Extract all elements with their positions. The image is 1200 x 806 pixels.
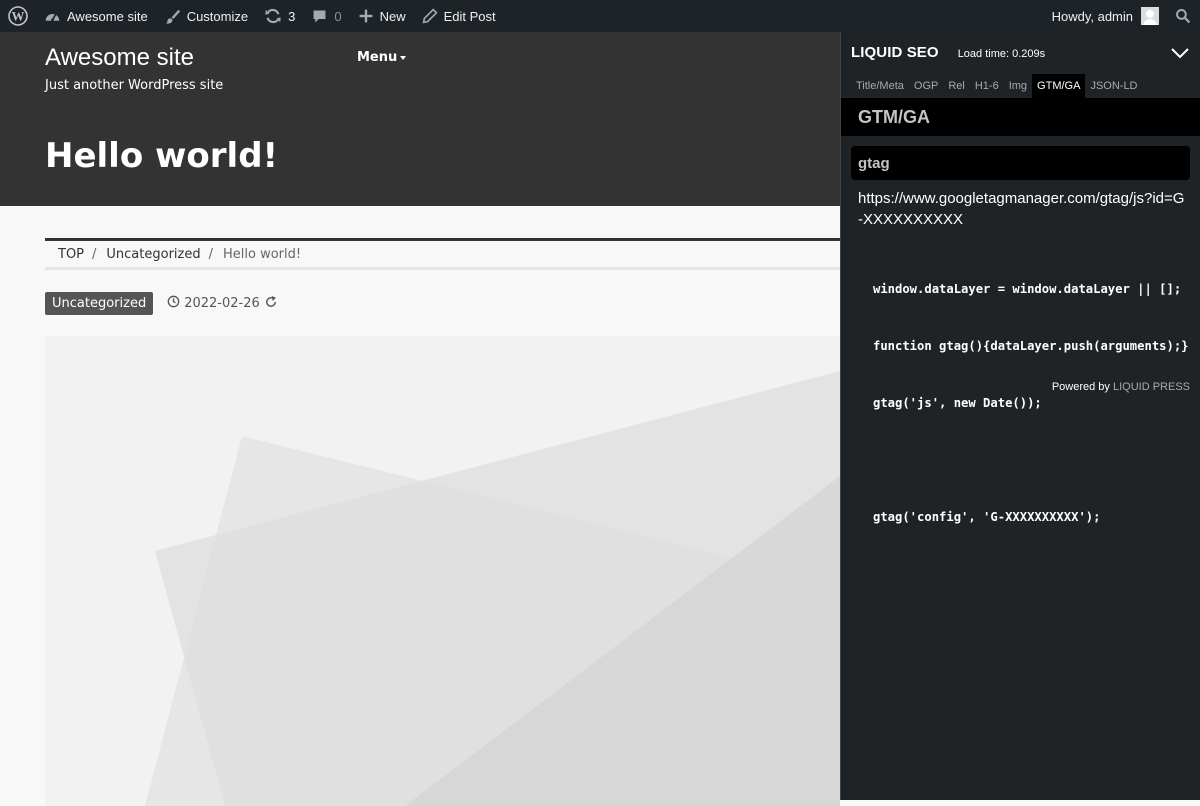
site-title[interactable]: Awesome site [45,44,194,72]
updates-link[interactable]: 3 [256,0,303,32]
load-time: Load time: 0.209s [957,48,1046,60]
seo-panel: LIQUID SEO Load time: 0.209s Title/Meta … [840,32,1200,800]
gtag-script-url: https://www.googletagmanager.com/gtag/js… [858,190,1185,228]
tab-h1-6[interactable]: H1-6 [970,74,1004,98]
placeholder-image [45,336,840,806]
code-line: gtag('js', new Date()); [873,396,1042,410]
edit-post-label: Edit Post [443,8,496,24]
comments-count: 0 [334,8,342,24]
powered-by-brand[interactable]: LIQUID PRESS [1113,381,1190,393]
refresh-icon [264,295,282,313]
tab-gtm-ga[interactable]: GTM/GA [1032,74,1086,98]
post-date: 2022-02-26 [167,295,282,313]
wordpress-logo-icon[interactable]: W [0,0,36,32]
tab-rel[interactable]: Rel [943,74,970,98]
code-line: function gtag(){dataLayer.push(arguments… [873,339,1189,353]
subsection-title: gtag [851,146,1190,180]
comment-icon [311,8,328,25]
section-title: GTM/GA [841,98,1200,136]
menu-label: Menu [357,50,398,65]
caret-down-icon [400,55,407,60]
main-content: TOP / Uncategorized / Hello world! Uncat… [0,206,840,806]
breadcrumb-separator: / [92,246,97,262]
code-line: window.dataLayer = window.dataLayer || [… [873,282,1182,296]
post-title: Hello world! [45,136,279,176]
breadcrumb-item-current: Hello world! [223,246,302,262]
menu-toggle[interactable]: Menu [357,50,407,65]
search-icon [1175,8,1191,24]
customize-label: Customize [186,8,249,24]
seo-panel-title: LIQUID SEO [851,44,939,61]
new-label: New [379,8,406,24]
tab-json-ld[interactable]: JSON-LD [1085,74,1142,98]
search-button[interactable] [1167,0,1200,32]
site-description: Just another WordPress site [45,78,224,93]
tab-ogp[interactable]: OGP [909,74,943,98]
tab-img[interactable]: Img [1004,74,1032,98]
post-date-label: 2022-02-26 [184,296,260,311]
admin-bar: W Awesome site Customize 3 0 New Edit Po… [0,0,1200,32]
paintbrush-icon [164,8,181,25]
breadcrumb-item-category[interactable]: Uncategorized [106,247,200,262]
comments-link[interactable]: 0 [303,0,349,32]
featured-image [45,336,840,806]
dashboard-icon [44,8,61,25]
powered-by: Powered by LIQUID PRESS [1052,381,1190,393]
updates-icon [264,7,282,25]
category-badge[interactable]: Uncategorized [45,292,154,315]
breadcrumb: TOP / Uncategorized / Hello world! [45,238,840,270]
plus-icon [358,8,374,24]
site-name-label: Awesome site [67,8,148,24]
new-content-link[interactable]: New [350,0,414,32]
code-line: gtag('config', 'G-XXXXXXXXXX'); [873,510,1101,524]
customize-link[interactable]: Customize [156,0,256,32]
howdy-label: Howdy, admin [1051,8,1133,24]
avatar [1141,7,1159,25]
chevron-down-icon[interactable] [1170,46,1190,65]
powered-by-label: Powered by [1051,381,1110,393]
my-account-link[interactable]: Howdy, admin [1044,0,1167,32]
updates-count: 3 [288,8,296,24]
post-meta: Uncategorized 2022-02-26 [45,292,282,315]
breadcrumb-separator: / [208,246,213,262]
edit-post-link[interactable]: Edit Post [414,0,504,32]
clock-icon [167,295,184,312]
breadcrumb-item-top[interactable]: TOP [58,247,84,262]
seo-tabs: Title/Meta OGP Rel H1-6 Img GTM/GA JSON-… [851,74,1143,98]
site-header: Awesome site Just another WordPress site… [0,32,840,206]
pencil-icon [422,8,438,24]
tab-title-meta[interactable]: Title/Meta [851,74,909,98]
site-name-link[interactable]: Awesome site [36,0,156,32]
seo-panel-header: LIQUID SEO Load time: 0.209s [851,44,1045,61]
svg-text:W: W [12,9,25,24]
gtag-code-block: window.dataLayer = window.dataLayer || [… [873,242,1199,565]
